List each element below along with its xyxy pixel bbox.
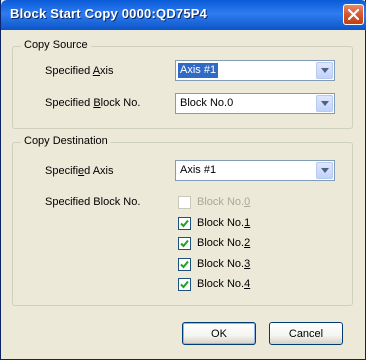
dialog-window: Block Start Copy 0000:QD75P4 Copy Source… — [0, 0, 366, 360]
checkbox-box — [178, 196, 191, 209]
ok-button[interactable]: OK — [182, 322, 256, 345]
checkmark-icon — [180, 219, 189, 228]
checkbox-box — [178, 217, 191, 230]
close-icon — [348, 9, 359, 20]
block-0-checkbox[interactable]: Block No.0 — [178, 196, 278, 210]
block-2-label: Block No.2 — [197, 237, 251, 249]
checkmark-icon — [180, 239, 189, 248]
copy-source-legend: Copy Source — [21, 39, 91, 51]
block-1-checkbox[interactable]: Block No.1 — [178, 217, 278, 231]
block-0-label: Block No.0 — [197, 196, 251, 208]
source-axis-select[interactable]: Axis #1 — [175, 60, 335, 81]
checkbox-box — [178, 237, 191, 250]
destination-block-label: Specified Block No. — [45, 196, 141, 208]
block-2-checkbox[interactable]: Block No.2 — [178, 237, 278, 251]
copy-destination-legend: Copy Destination — [21, 135, 111, 147]
copy-source-group: Copy Source — [12, 39, 353, 129]
block-1-label: Block No.1 — [197, 217, 251, 229]
checkbox-box — [178, 278, 191, 291]
source-block-select[interactable]: Block No.0 — [175, 93, 335, 114]
checkmark-icon — [180, 260, 189, 269]
close-button[interactable] — [343, 4, 364, 25]
source-block-dropdown-button[interactable] — [316, 95, 333, 112]
block-3-label: Block No.3 — [197, 258, 251, 270]
source-axis-label: Specified Axis — [45, 65, 114, 77]
source-axis-dropdown-button[interactable] — [316, 62, 333, 79]
cancel-button[interactable]: Cancel — [269, 322, 343, 345]
source-block-value: Block No.0 — [180, 97, 234, 109]
destination-axis-value: Axis #1 — [180, 164, 217, 176]
chevron-down-icon — [321, 68, 329, 73]
chevron-down-icon — [321, 101, 329, 106]
source-axis-value: Axis #1 — [178, 63, 219, 78]
destination-axis-select[interactable]: Axis #1 — [175, 160, 335, 181]
window-title: Block Start Copy 0000:QD75P4 — [10, 6, 208, 21]
destination-axis-label: Specified Axis — [45, 165, 114, 177]
block-4-checkbox[interactable]: Block No.4 — [178, 278, 278, 292]
checkmark-icon — [180, 280, 189, 289]
chevron-down-icon — [321, 168, 329, 173]
block-4-label: Block No.4 — [197, 278, 251, 290]
title-bar[interactable]: Block Start Copy 0000:QD75P4 — [1, 0, 366, 30]
checkbox-box — [178, 258, 191, 271]
source-block-label: Specified Block No. — [45, 97, 141, 109]
block-3-checkbox[interactable]: Block No.3 — [178, 258, 278, 272]
destination-axis-dropdown-button[interactable] — [316, 162, 333, 179]
